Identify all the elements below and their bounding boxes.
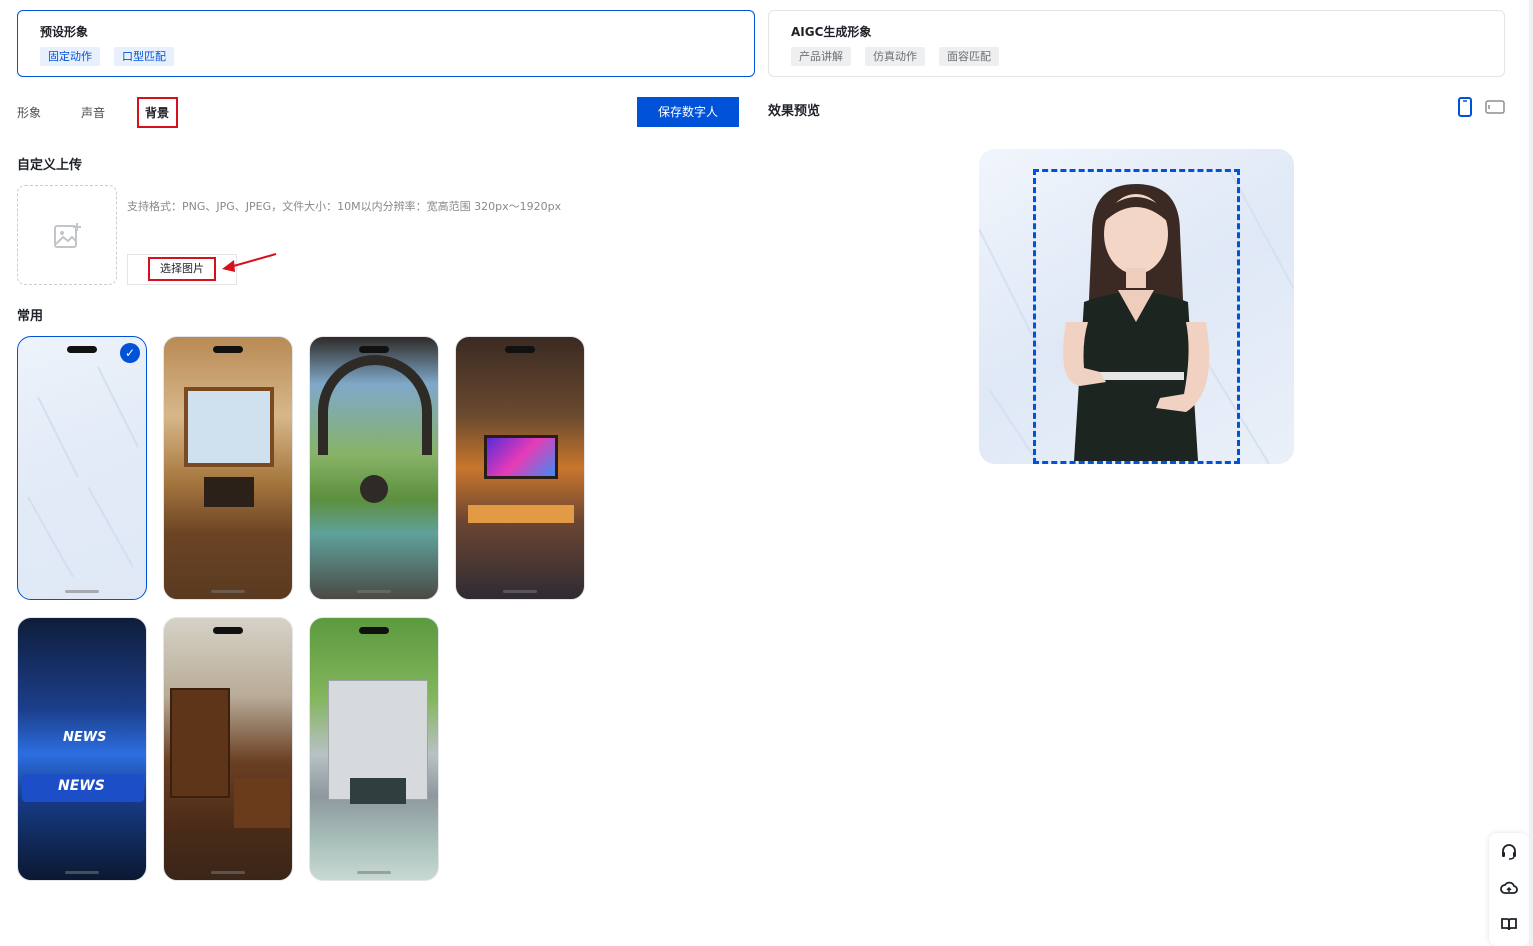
save-digital-human-button[interactable]: 保存数字人 [637,97,739,127]
phone-home-bar [65,871,99,874]
avatar-type-tag: 仿真动作 [865,47,925,66]
selected-check-icon: ✓ [120,343,140,363]
desk-shape [204,477,254,507]
landscape-icon[interactable] [1485,100,1505,114]
background-thumb-office[interactable] [163,617,293,881]
building-entrance-shape [350,778,406,804]
portrait-icon[interactable] [1458,97,1472,117]
phone-home-bar [65,590,99,593]
stage-screen-shape [484,435,558,479]
phone-notch [67,346,97,353]
bookshelf-shape [170,688,230,798]
common-section-title: 常用 [17,309,44,324]
background-thumb-news[interactable]: NEWS NEWS [17,617,147,881]
choose-image-button[interactable]: 选择图片 [148,257,216,281]
book-icon[interactable] [1500,915,1518,933]
page-scrollbar-track[interactable] [1529,0,1533,946]
phone-notch [359,346,389,353]
annotation-highlight-box [137,97,178,128]
phone-notch [505,346,535,353]
preview-title: 效果预览 [768,104,821,119]
digital-human-figure [1063,184,1210,461]
phone-home-bar [211,871,245,874]
avatar-type-title: AIGC生成形象 [791,25,872,39]
avatar-type-title: 预设形象 [40,25,89,39]
stage-platform-shape [468,505,574,523]
phone-home-bar [357,590,391,593]
phone-notch [213,627,243,634]
background-thumb-classroom[interactable] [163,336,293,600]
avatar-type-tag: 固定动作 [40,47,100,66]
avatar-type-tag: 面容匹配 [939,47,999,66]
headset-icon[interactable] [1500,843,1518,861]
annotation-arrow-icon [222,253,277,272]
moon-gate-shape [318,355,432,455]
phone-home-bar [211,590,245,593]
phone-notch [213,346,243,353]
window-shape [184,387,274,467]
background-thumb-light[interactable]: ✓ [17,336,147,600]
avatar-type-card-aigc[interactable]: AIGC生成形象 产品讲解 仿真动作 面容匹配 [768,10,1505,77]
office-desk-shape [234,778,290,828]
tab-voice[interactable]: 声音 [81,104,105,121]
round-window-shape [360,475,388,503]
background-thumb-campus[interactable] [309,617,439,881]
avatar-type-tag: 产品讲解 [791,47,851,66]
background-thumb-garden[interactable] [309,336,439,600]
upload-dropzone[interactable] [17,185,117,285]
upload-format-hint: 支持格式：PNG、JPG、JPEG，文件大小：10M以内分辨率：宽高范围 320… [127,200,562,213]
cloud-upload-icon[interactable] [1500,879,1518,897]
texture-pattern [27,366,139,578]
image-add-icon [54,223,81,248]
phone-notch [359,627,389,634]
avatar-type-card-preset[interactable]: 预设形象 固定动作 口型匹配 [17,10,755,77]
phone-home-bar [357,871,391,874]
news-logo-text: NEWS [63,730,107,745]
custom-upload-title: 自定义上传 [17,158,83,173]
floating-toolbar [1489,833,1529,946]
tab-avatar[interactable]: 形象 [17,104,41,121]
news-desk-text: NEWS [58,778,105,794]
phone-home-bar [503,590,537,593]
avatar-type-tag: 口型匹配 [114,47,174,66]
preview-canvas [979,149,1294,464]
avatar-selection-frame[interactable] [1033,169,1240,464]
background-thumb-stage[interactable] [455,336,585,600]
